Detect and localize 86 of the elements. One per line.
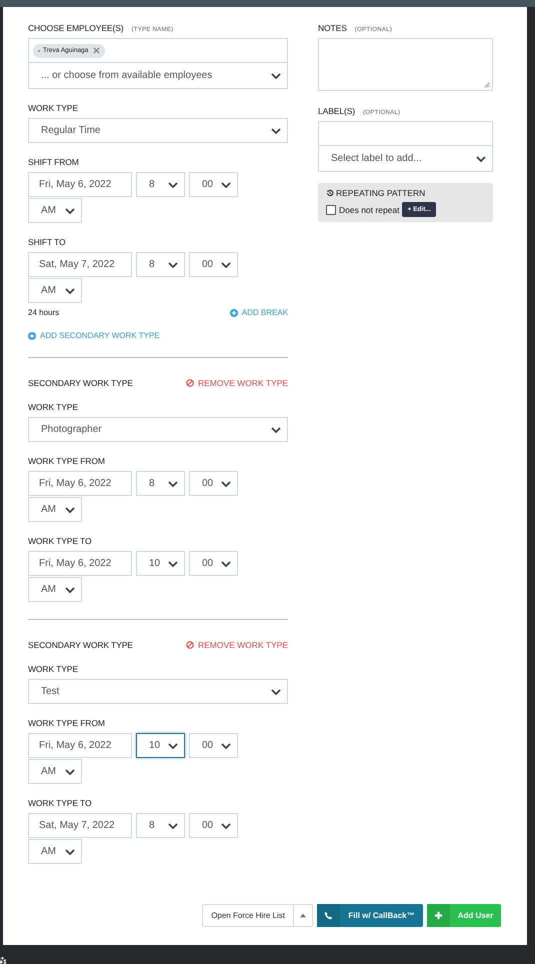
label-dropdown[interactable]: Select label to add... [318,146,493,172]
date-field[interactable]: Fri, May 6, 2022 [28,551,132,576]
hour-dropdown[interactable]: 8 [136,471,185,496]
chevron-icon [476,156,486,162]
minute-dropdown[interactable]: 00 [189,471,238,496]
caret-icon [300,913,306,918]
am-pm-dropdown[interactable]: AM [28,278,82,303]
prohibited-icon [186,379,194,387]
chevron-icon [271,72,281,78]
hour-dropdown[interactable]: 10 [136,551,185,576]
chevron-icon [221,480,231,486]
am-pm-dropdown[interactable]: AM [28,759,82,784]
hour-dropdown[interactable]: 8 [136,252,185,277]
date-field[interactable]: Fri, May 6, 2022 [28,172,132,197]
field-label: WORK TYPE TO [28,797,93,809]
label-input-field[interactable] [318,121,493,146]
minute-dropdown[interactable]: 00 [189,172,238,197]
field-label: NOTES [318,22,347,34]
am-pm-dropdown[interactable]: AM [28,839,82,864]
chevron-icon [65,848,75,854]
am-pm-dropdown[interactable]: AM [28,577,82,602]
chevron-icon [65,586,75,592]
date-field[interactable]: Sat, May 7, 2022 [28,813,132,838]
chevron-icon [271,128,281,134]
plus-circle-icon [28,332,36,340]
date-field[interactable]: Sat, May 7, 2022 [28,252,132,277]
field-label: WORK TYPE TO [28,535,93,547]
checkbox[interactable] [326,204,336,214]
panel-title: REPEATING PATTERN [336,188,426,198]
am-pm-dropdown[interactable]: AM [28,198,82,223]
field-label: CHOOSE EMPLOYEE(S) [28,22,124,34]
work-type-dropdown[interactable]: Photographer [28,417,288,442]
work-type-dropdown[interactable]: Regular Time [28,118,288,143]
chevron-icon [221,822,231,828]
field-label: SHIFT TO [28,236,66,248]
resize-grip-icon[interactable] [484,82,490,88]
chevron-icon [271,688,281,694]
duration-text: 24 hours [28,308,60,317]
field-label: WORK TYPE FROM [28,455,106,467]
hour-dropdown[interactable]: 8 [136,172,185,197]
am-pm-dropdown[interactable]: AM [28,497,82,522]
plus-icon [434,911,443,920]
chevron-icon [65,288,75,294]
chevron-icon [168,822,178,828]
plus-circle-icon [230,308,238,316]
prohibited-icon [186,641,194,649]
callback-button[interactable]: Fill w/ CallBack™ [317,904,423,927]
history-icon [326,189,334,197]
field-label: LABEL(S) [318,105,355,117]
chevron-icon [168,560,178,566]
section-title: SECONDARY WORK TYPE [28,639,133,651]
employee-dropdown[interactable]: ... or choose from available employees [28,63,288,89]
notes-field[interactable] [318,38,493,91]
hour-dropdown[interactable]: 10 [136,733,185,758]
phone-icon [324,911,333,920]
hour-dropdown[interactable]: 8 [136,813,185,838]
chevron-icon [221,182,231,188]
close-icon[interactable] [93,47,100,54]
chevron-icon [168,182,178,188]
field-label: WORK TYPE [28,102,79,114]
work-type-dropdown[interactable]: Test [28,679,288,704]
chevron-icon [221,560,231,566]
chevron-icon [168,480,178,486]
remove-work-type-link[interactable]: REMOVE WORK TYPE [186,378,288,388]
checkbox-label: Does not repeat [339,204,400,214]
chevron-icon [221,262,231,268]
chevron-icon [65,208,75,214]
minute-dropdown[interactable]: 00 [189,733,238,758]
field-label: WORK TYPE [28,663,79,675]
field-label: SHIFT FROM [28,156,80,168]
minute-dropdown[interactable]: 00 [189,252,238,277]
chevron-icon [221,742,231,748]
field-label: WORK TYPE FROM [28,717,106,729]
section-title: SECONDARY WORK TYPE [28,377,133,389]
date-field[interactable]: Fri, May 6, 2022 [28,471,132,496]
chevron-icon [168,742,178,748]
chevron-icon [65,768,75,774]
chevron-icon [168,262,178,268]
minute-dropdown[interactable]: 00 [189,813,238,838]
chevron-icon [65,506,75,512]
chevron-icon [271,426,281,432]
force-hire-button[interactable]: Open Force Hire List [203,905,294,926]
minute-dropdown[interactable]: 00 [189,551,238,576]
field-label: WORK TYPE [28,401,79,413]
remove-work-type-link[interactable]: REMOVE WORK TYPE [186,640,288,650]
date-field[interactable]: Fri, May 6, 2022 [28,733,132,758]
